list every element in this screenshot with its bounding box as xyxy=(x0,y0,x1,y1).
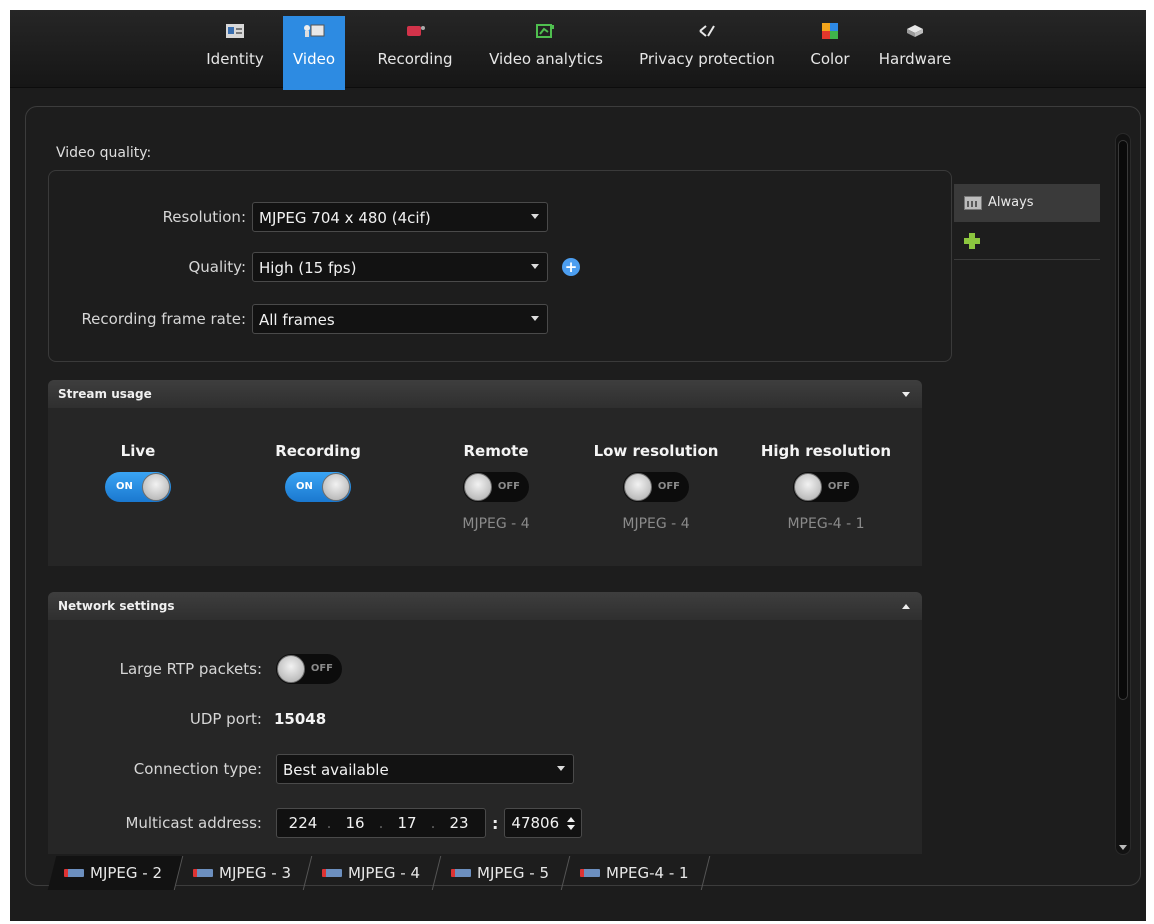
schedule-list: Always xyxy=(954,184,1100,260)
udp-port-value: 15048 xyxy=(274,710,327,728)
quality-row: Quality: High (15 fps) + xyxy=(48,252,580,282)
tab-video-analytics[interactable]: Video analytics xyxy=(480,16,612,88)
config-toolbar: Identity Video Recording Video analytics… xyxy=(10,10,1146,90)
large-rtp-row: Large RTP packets: OFF xyxy=(48,654,342,684)
stream-tab-mpeg4-1[interactable]: MPEG-4 - 1 xyxy=(563,856,710,890)
hardware-icon xyxy=(904,22,926,40)
add-quality-icon[interactable]: + xyxy=(562,258,580,276)
stream-live: Live ON xyxy=(58,442,218,502)
quality-dropdown[interactable]: High (15 fps) xyxy=(252,252,548,282)
spinner-arrows-icon[interactable] xyxy=(567,816,576,830)
resolution-dropdown[interactable]: MJPEG 704 x 480 (4cif) xyxy=(252,202,548,232)
multicast-label: Multicast address: xyxy=(125,814,262,832)
camera-stream-icon xyxy=(64,869,84,877)
calendar-icon xyxy=(964,195,982,210)
chevron-down-icon xyxy=(531,316,539,321)
stream-low-resolution: Low resolution OFF MJPEG - 4 xyxy=(593,442,719,532)
tab-recording[interactable]: Recording xyxy=(366,16,464,88)
stream-remote: Remote OFF MJPEG - 4 xyxy=(462,442,530,532)
frame-rate-label: Recording frame rate: xyxy=(81,310,246,328)
network-settings-header[interactable]: Network settings xyxy=(48,592,922,620)
video-camera-icon xyxy=(303,22,325,40)
multicast-row: Multicast address: 224 . 16 . 17 . 23 : … xyxy=(48,808,583,838)
chevron-down-icon xyxy=(557,766,565,771)
add-plus-icon[interactable] xyxy=(964,232,980,249)
tab-color[interactable]: Color xyxy=(802,16,858,88)
scroll-down-arrow-icon[interactable] xyxy=(1119,845,1127,850)
frame-rate-row: Recording frame rate: All frames xyxy=(48,304,548,334)
stream-tab-mjpeg-5[interactable]: MJPEG - 5 xyxy=(434,856,571,890)
camera-config-window: Identity Video Recording Video analytics… xyxy=(10,10,1146,921)
chevron-down-icon xyxy=(531,264,539,269)
tab-video[interactable]: Video xyxy=(283,16,345,90)
quality-label: Quality: xyxy=(188,258,246,276)
recording-toggle[interactable]: ON xyxy=(285,472,351,502)
schedule-item-always[interactable]: Always xyxy=(954,184,1100,222)
large-rtp-label: Large RTP packets: xyxy=(119,660,262,678)
stream-tab-mjpeg-2[interactable]: MJPEG - 2 xyxy=(47,856,184,890)
video-quality-title: Video quality: xyxy=(56,145,152,161)
add-schedule-row[interactable] xyxy=(954,222,1100,260)
identity-card-icon xyxy=(224,22,246,40)
stream-high-resolution: High resolution OFF MPEG-4 - 1 xyxy=(760,442,892,532)
multicast-port-spinner[interactable]: 47806 xyxy=(504,808,583,838)
live-toggle[interactable]: ON xyxy=(105,472,171,502)
stream-usage-section: Stream usage Live ON Recording ON Remote… xyxy=(48,380,922,566)
tab-hardware[interactable]: Hardware xyxy=(872,16,958,88)
connection-type-dropdown[interactable]: Best available xyxy=(276,754,574,784)
udp-port-row: UDP port: 15048 xyxy=(48,710,326,728)
camera-stream-icon xyxy=(580,869,601,877)
large-rtp-toggle[interactable]: OFF xyxy=(276,654,342,684)
camera-stream-icon xyxy=(451,869,472,877)
frame-rate-dropdown[interactable]: All frames xyxy=(252,304,548,334)
high-resolution-toggle[interactable]: OFF xyxy=(793,472,859,502)
scrollbar-thumb[interactable] xyxy=(1118,140,1128,700)
network-settings-section: Network settings Large RTP packets: OFF … xyxy=(48,592,922,854)
tab-identity[interactable]: Identity xyxy=(197,16,273,88)
stream-tab-mjpeg-4[interactable]: MJPEG - 4 xyxy=(305,856,442,890)
camera-stream-icon xyxy=(193,869,214,877)
stream-tabs: MJPEG - 2 MJPEG - 3 MJPEG - 4 MJPEG - 5 … xyxy=(47,856,710,892)
privacy-protection-icon xyxy=(696,22,718,40)
color-icon xyxy=(819,22,841,40)
udp-port-label: UDP port: xyxy=(189,710,262,728)
connection-type-row: Connection type: Best available xyxy=(48,754,574,784)
chevron-down-icon xyxy=(531,214,539,219)
resolution-row: Resolution: MJPEG 704 x 480 (4cif) xyxy=(48,202,548,232)
video-analytics-icon xyxy=(535,22,557,40)
multicast-ip-field[interactable]: 224 . 16 . 17 . 23 xyxy=(276,808,486,838)
collapse-caret-icon xyxy=(902,391,910,397)
camera-stream-icon xyxy=(322,869,343,877)
recording-icon xyxy=(404,22,426,40)
resolution-label: Resolution: xyxy=(162,208,246,226)
tab-privacy-protection[interactable]: Privacy protection xyxy=(628,16,786,88)
stream-usage-header[interactable]: Stream usage xyxy=(48,380,922,408)
stream-tab-mjpeg-3[interactable]: MJPEG - 3 xyxy=(176,856,313,890)
stream-recording: Recording ON xyxy=(238,442,398,502)
vertical-scrollbar[interactable] xyxy=(1115,133,1131,855)
low-resolution-toggle[interactable]: OFF xyxy=(623,472,689,502)
expand-caret-icon xyxy=(902,603,910,609)
connection-type-label: Connection type: xyxy=(133,760,262,778)
remote-toggle[interactable]: OFF xyxy=(463,472,529,502)
